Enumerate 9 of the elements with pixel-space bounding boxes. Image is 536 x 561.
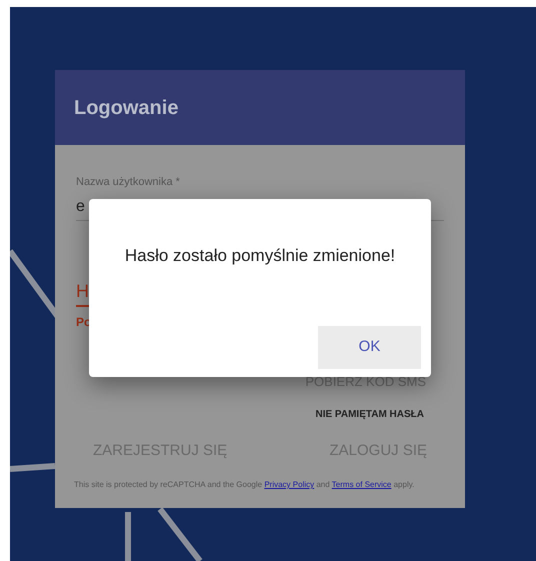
password-label: H: [76, 281, 90, 301]
privacy-policy-link[interactable]: Privacy Policy: [264, 480, 314, 489]
recaptcha-notice: This site is protected by reCAPTCHA and the Google Privacy Policy and Terms of Service apply.: [74, 480, 416, 490]
ok-button[interactable]: OK: [318, 326, 421, 369]
dialog-message: Hasło zostało pomyślnie zmienione!: [124, 246, 396, 266]
terms-link[interactable]: Terms of Service: [332, 480, 392, 489]
forgot-password-link[interactable]: NIE PAMIĘTAM HASŁA: [315, 409, 424, 421]
card-title: Logowanie: [74, 96, 178, 120]
username-label: Nazwa użytkownika *: [76, 175, 181, 189]
